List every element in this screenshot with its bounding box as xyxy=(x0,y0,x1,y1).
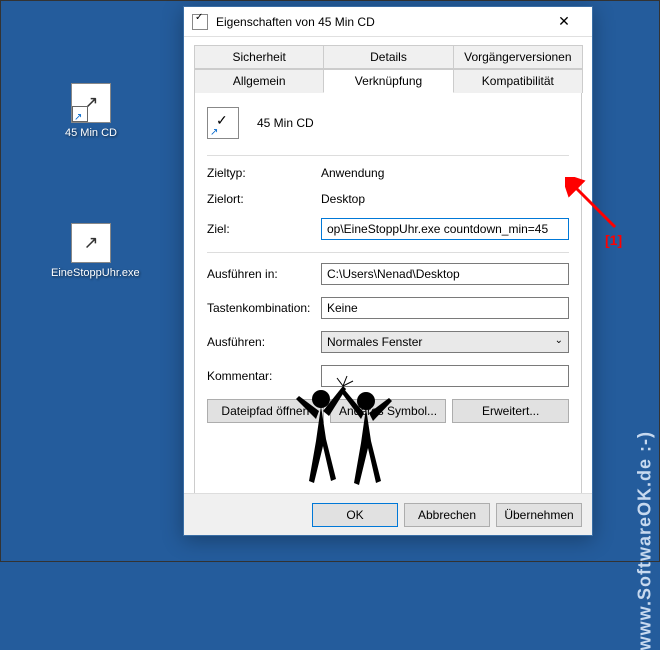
watermark: www.SoftwareOK.de :-) xyxy=(634,431,655,650)
annotation-marker: [1] xyxy=(605,232,622,248)
window-icon xyxy=(192,14,208,30)
ausfuehren-label: Ausführen: xyxy=(207,335,321,349)
shortcut-name: 45 Min CD xyxy=(257,116,314,130)
window-title: Eigenschaften von 45 Min CD xyxy=(216,15,544,29)
tab-details[interactable]: Details xyxy=(323,45,453,69)
zieltyp-label: Zieltyp: xyxy=(207,166,321,180)
divider xyxy=(207,252,569,253)
anderes-symbol-button[interactable]: Anderes Symbol... xyxy=(330,399,447,423)
kommentar-label: Kommentar: xyxy=(207,369,321,383)
tab-sicherheit[interactable]: Sicherheit xyxy=(194,45,324,69)
ausfuehren-in-input[interactable] xyxy=(321,263,569,285)
zieltyp-value: Anwendung xyxy=(321,166,569,180)
abbrechen-button[interactable]: Abbrechen xyxy=(404,503,490,527)
ziel-label: Ziel: xyxy=(207,222,321,236)
erweitert-button[interactable]: Erweitert... xyxy=(452,399,569,423)
close-button[interactable]: ✕ xyxy=(544,8,584,36)
select-value: Normales Fenster xyxy=(327,335,422,349)
ausfuehren-select[interactable]: Normales Fenster ⌄ xyxy=(321,331,569,353)
shortcut-icon: ↗ xyxy=(71,83,111,123)
tab-content: 45 Min CD Zieltyp: Anwendung Zielort: De… xyxy=(194,92,582,512)
properties-dialog: Eigenschaften von 45 Min CD ✕ Sicherheit… xyxy=(183,6,593,536)
tabs: Sicherheit Details Vorgängerversionen Al… xyxy=(184,37,592,93)
chevron-down-icon: ⌄ xyxy=(555,335,563,349)
dateipfad-button[interactable]: Dateipfad öffnen xyxy=(207,399,324,423)
desktop-icon-label: 45 Min CD xyxy=(51,127,131,139)
uebernehmen-button[interactable]: Übernehmen xyxy=(496,503,582,527)
exe-icon: ↗ xyxy=(71,223,111,263)
ok-button[interactable]: OK xyxy=(312,503,398,527)
tab-allgemein[interactable]: Allgemein xyxy=(194,69,324,93)
tab-kompatibilitaet[interactable]: Kompatibilität xyxy=(453,69,583,93)
ausfuehren-in-label: Ausführen in: xyxy=(207,267,321,281)
dialog-footer: OK Abbrechen Übernehmen xyxy=(184,493,592,535)
tasten-label: Tastenkombination: xyxy=(207,301,321,315)
divider xyxy=(207,155,569,156)
zielort-label: Zielort: xyxy=(207,192,321,206)
titlebar: Eigenschaften von 45 Min CD ✕ xyxy=(184,7,592,37)
tasten-input[interactable] xyxy=(321,297,569,319)
zielort-value: Desktop xyxy=(321,192,569,206)
ziel-input[interactable] xyxy=(321,218,569,240)
desktop-icon-exe[interactable]: ↗ EineStoppUhr.exe xyxy=(51,223,131,279)
desktop-icon-label: EineStoppUhr.exe xyxy=(51,267,131,279)
tab-vorgaengerversionen[interactable]: Vorgängerversionen xyxy=(453,45,583,69)
kommentar-input[interactable] xyxy=(321,365,569,387)
tab-verknuepfung[interactable]: Verknüpfung xyxy=(323,69,453,93)
shortcut-large-icon xyxy=(207,107,239,139)
desktop-icon-shortcut[interactable]: ↗ 45 Min CD xyxy=(51,83,131,139)
